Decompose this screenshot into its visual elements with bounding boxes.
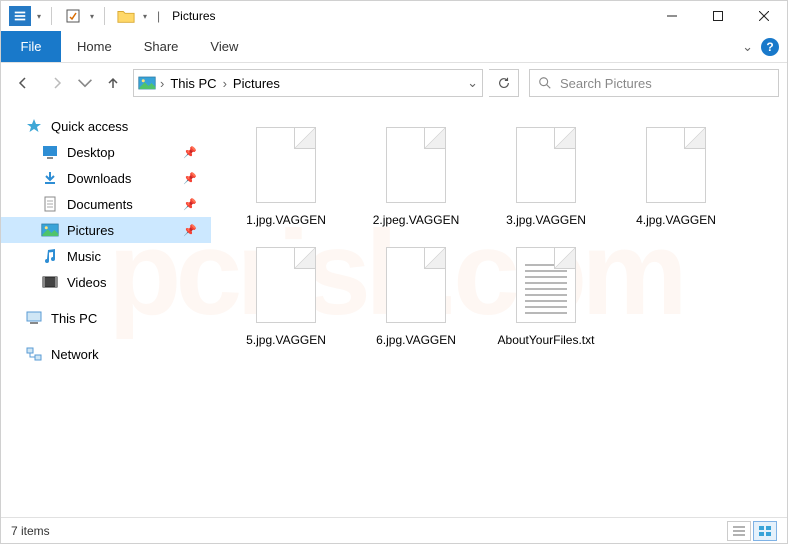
pictures-icon xyxy=(41,222,59,238)
file-item[interactable]: 4.jpg.VAGGEN xyxy=(621,121,731,229)
recent-locations-button[interactable] xyxy=(77,69,93,97)
close-button[interactable] xyxy=(741,1,787,31)
this-pc-icon xyxy=(25,310,43,326)
home-tab[interactable]: Home xyxy=(61,31,128,62)
sidebar-item-pictures[interactable]: Pictures 📌 xyxy=(1,217,211,243)
file-pane[interactable]: 1.jpg.VAGGEN 2.jpeg.VAGGEN 3.jpg.VAGGEN 4.j… xyxy=(211,103,787,517)
chevron-right-icon[interactable]: › xyxy=(223,76,227,91)
sidebar-item-music[interactable]: Music xyxy=(1,243,211,269)
generic-file-icon xyxy=(250,121,322,209)
refresh-button[interactable] xyxy=(489,69,519,97)
explorer-window: ▾ ▾ ▾ | Pictures File Home Share View ⌄ xyxy=(0,0,788,544)
titlebar: ▾ ▾ ▾ | Pictures xyxy=(1,1,787,31)
file-tab[interactable]: File xyxy=(1,31,61,62)
sidebar-item-label: This PC xyxy=(51,311,97,326)
sidebar-item-label: Music xyxy=(67,249,101,264)
download-icon xyxy=(41,170,59,186)
pin-icon: 📌 xyxy=(183,146,197,159)
help-icon[interactable]: ? xyxy=(761,38,779,56)
sidebar-item-documents[interactable]: Documents 📌 xyxy=(1,191,211,217)
generic-file-icon xyxy=(380,121,452,209)
sidebar: Quick access Desktop 📌 Downloads 📌 Docum… xyxy=(1,103,211,517)
music-icon xyxy=(41,248,59,264)
file-name-label: 5.jpg.VAGGEN xyxy=(246,333,326,349)
sidebar-item-desktop[interactable]: Desktop 📌 xyxy=(1,139,211,165)
file-item[interactable]: 3.jpg.VAGGEN xyxy=(491,121,601,229)
window-title: Pictures xyxy=(172,9,215,23)
text-file-icon xyxy=(510,241,582,329)
generic-file-icon xyxy=(510,121,582,209)
crumb-pictures[interactable]: Pictures xyxy=(231,76,282,91)
file-name-label: 3.jpg.VAGGEN xyxy=(506,213,586,229)
sidebar-item-label: Desktop xyxy=(67,145,115,160)
sidebar-item-label: Downloads xyxy=(67,171,131,186)
ribbon-expand-icon[interactable]: ⌄ xyxy=(742,39,753,55)
file-name-label: 2.jpeg.VAGGEN xyxy=(373,213,459,229)
back-button[interactable] xyxy=(9,69,37,97)
thumbnails-view-button[interactable] xyxy=(753,521,777,541)
forward-button[interactable] xyxy=(43,69,71,97)
videos-icon xyxy=(41,274,59,290)
chevron-down-icon[interactable]: ▾ xyxy=(143,12,147,21)
sidebar-item-label: Documents xyxy=(67,197,133,212)
app-menu-icon[interactable] xyxy=(9,6,31,26)
sidebar-this-pc[interactable]: This PC xyxy=(1,305,211,331)
sidebar-item-label: Quick access xyxy=(51,119,128,134)
chevron-down-icon[interactable]: ▾ xyxy=(37,12,41,21)
up-button[interactable] xyxy=(99,69,127,97)
ribbon: File Home Share View ⌄ ? xyxy=(1,31,787,63)
minimize-button[interactable] xyxy=(649,1,695,31)
chevron-down-icon[interactable]: ▾ xyxy=(90,12,94,21)
file-name-label: AboutYourFiles.txt xyxy=(498,333,595,349)
documents-icon xyxy=(41,196,59,212)
generic-file-icon xyxy=(380,241,452,329)
sidebar-quick-access[interactable]: Quick access xyxy=(1,113,211,139)
sidebar-item-label: Videos xyxy=(67,275,107,290)
status-count: 7 items xyxy=(11,524,50,538)
sidebar-network[interactable]: Network xyxy=(1,341,211,367)
pin-icon: 📌 xyxy=(183,224,197,237)
chevron-right-icon[interactable]: › xyxy=(160,76,164,91)
search-placeholder: Search Pictures xyxy=(560,76,652,91)
separator: | xyxy=(157,9,160,23)
file-item[interactable]: AboutYourFiles.txt xyxy=(491,241,601,349)
address-dropdown-icon[interactable]: ⌄ xyxy=(467,75,478,91)
file-item[interactable]: 6.jpg.VAGGEN xyxy=(361,241,471,349)
separator xyxy=(51,7,52,25)
network-icon xyxy=(25,346,43,362)
statusbar: 7 items xyxy=(1,517,787,543)
crumb-this-pc[interactable]: This PC xyxy=(168,76,218,91)
pictures-crumb-icon xyxy=(138,76,156,90)
search-icon xyxy=(538,76,552,90)
generic-file-icon xyxy=(250,241,322,329)
share-tab[interactable]: Share xyxy=(128,31,195,62)
separator xyxy=(104,7,105,25)
desktop-icon xyxy=(41,144,59,160)
sidebar-item-label: Pictures xyxy=(67,223,114,238)
generic-file-icon xyxy=(640,121,712,209)
folder-icon xyxy=(115,5,137,27)
sidebar-item-label: Network xyxy=(51,347,99,362)
file-item[interactable]: 5.jpg.VAGGEN xyxy=(231,241,341,349)
star-icon xyxy=(25,118,43,134)
file-item[interactable]: 2.jpeg.VAGGEN xyxy=(361,121,471,229)
file-item[interactable]: 1.jpg.VAGGEN xyxy=(231,121,341,229)
file-name-label: 6.jpg.VAGGEN xyxy=(376,333,456,349)
search-input[interactable]: Search Pictures xyxy=(529,69,779,97)
sidebar-item-videos[interactable]: Videos xyxy=(1,269,211,295)
pin-icon: 📌 xyxy=(183,172,197,185)
address-bar[interactable]: › This PC › Pictures ⌄ xyxy=(133,69,483,97)
details-view-button[interactable] xyxy=(727,521,751,541)
properties-icon[interactable] xyxy=(62,5,84,27)
file-name-label: 1.jpg.VAGGEN xyxy=(246,213,326,229)
sidebar-item-downloads[interactable]: Downloads 📌 xyxy=(1,165,211,191)
navbar: › This PC › Pictures ⌄ Search Pictures xyxy=(1,63,787,103)
maximize-button[interactable] xyxy=(695,1,741,31)
pin-icon: 📌 xyxy=(183,198,197,211)
file-name-label: 4.jpg.VAGGEN xyxy=(636,213,716,229)
view-tab[interactable]: View xyxy=(194,31,254,62)
